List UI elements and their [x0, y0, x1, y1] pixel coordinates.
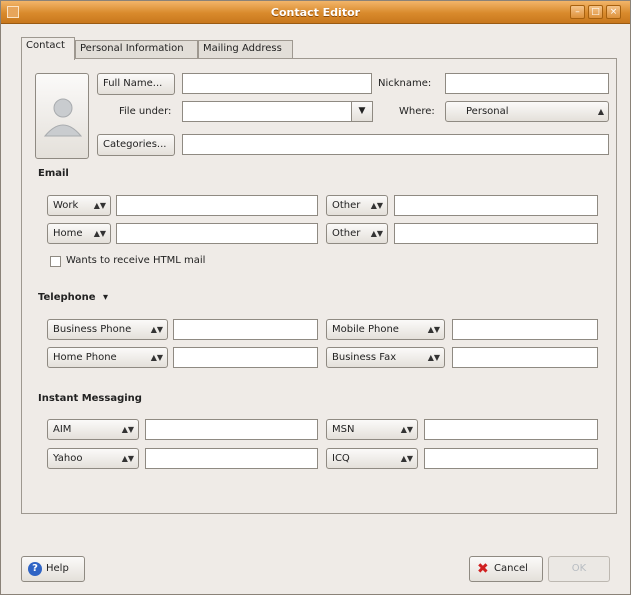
- triangle-down-icon: ▼: [358, 106, 366, 116]
- phone-type-value: Business Fax: [332, 352, 397, 363]
- phone-type-select-1[interactable]: Business Phone ▲▼: [47, 319, 168, 340]
- up-down-arrows-icon: ▲▼: [427, 353, 440, 362]
- ok-label: OK: [571, 563, 587, 574]
- instant-messaging-heading: Instant Messaging: [38, 393, 142, 404]
- telephone-heading-text: Telephone: [38, 292, 96, 303]
- file-under-field[interactable]: [182, 101, 352, 122]
- email-type-value: Other: [332, 228, 361, 239]
- where-value: Personal: [466, 106, 509, 117]
- email-type-select-1[interactable]: Work ▲▼: [47, 195, 111, 216]
- up-down-arrows-icon: ▲▼: [93, 201, 106, 210]
- email-type-select-3[interactable]: Home ▲▼: [47, 223, 111, 244]
- ok-button[interactable]: OK: [548, 556, 610, 582]
- help-button[interactable]: ? Help: [21, 556, 85, 582]
- help-label: Help: [46, 563, 69, 574]
- up-down-arrows-icon: ▲▼: [400, 425, 413, 434]
- help-icon: ?: [28, 562, 42, 576]
- up-down-arrows-icon: ▲▼: [427, 325, 440, 334]
- cancel-button[interactable]: ✖ Cancel: [469, 556, 543, 582]
- email-field-4[interactable]: [394, 223, 598, 244]
- cancel-icon: ✖: [477, 561, 489, 577]
- up-down-arrows-icon: ▲: [597, 107, 604, 116]
- email-type-select-2[interactable]: Other ▲▼: [326, 195, 388, 216]
- email-field-3[interactable]: [116, 223, 318, 244]
- where-select[interactable]: Personal ▲: [445, 101, 609, 122]
- html-mail-checkbox[interactable]: [50, 256, 61, 267]
- phone-type-select-3[interactable]: Home Phone ▲▼: [47, 347, 168, 368]
- up-down-arrows-icon: ▲▼: [121, 454, 134, 463]
- im-field-2[interactable]: [424, 419, 598, 440]
- contact-tab-panel: [21, 58, 617, 514]
- up-down-arrows-icon: ▲▼: [93, 229, 106, 238]
- im-type-value: AIM: [53, 424, 72, 435]
- maximize-icon[interactable]: □: [588, 5, 603, 19]
- window-title: Contact Editor: [270, 6, 361, 19]
- im-field-4[interactable]: [424, 448, 598, 469]
- phone-type-value: Mobile Phone: [332, 324, 399, 335]
- html-mail-label[interactable]: Wants to receive HTML mail: [66, 255, 205, 266]
- email-type-select-4[interactable]: Other ▲▼: [326, 223, 388, 244]
- im-type-value: ICQ: [332, 453, 350, 464]
- phone-type-select-4[interactable]: Business Fax ▲▼: [326, 347, 445, 368]
- email-type-value: Other: [332, 200, 361, 211]
- up-down-arrows-icon: ▲▼: [150, 353, 163, 362]
- nickname-field[interactable]: [445, 73, 609, 94]
- im-field-3[interactable]: [145, 448, 318, 469]
- full-name-field[interactable]: [182, 73, 372, 94]
- phone-field-4[interactable]: [452, 347, 598, 368]
- phone-type-value: Home Phone: [53, 352, 117, 363]
- telephone-heading: Telephone ▾: [38, 292, 108, 303]
- email-field-2[interactable]: [394, 195, 598, 216]
- email-type-value: Work: [53, 200, 79, 211]
- tab-mailing-address[interactable]: Mailing Address: [198, 40, 293, 59]
- up-down-arrows-icon: ▲▼: [400, 454, 413, 463]
- up-down-arrows-icon: ▲▼: [121, 425, 134, 434]
- contact-editor-window: Contact Editor – □ × Contact Personal In…: [0, 0, 631, 595]
- up-down-arrows-icon: ▲▼: [370, 229, 383, 238]
- categories-button[interactable]: Categories...: [97, 134, 175, 156]
- phone-type-value: Business Phone: [53, 324, 132, 335]
- im-type-select-3[interactable]: Yahoo ▲▼: [47, 448, 139, 469]
- close-icon[interactable]: ×: [606, 5, 621, 19]
- im-field-1[interactable]: [145, 419, 318, 440]
- email-field-1[interactable]: [116, 195, 318, 216]
- phone-type-select-2[interactable]: Mobile Phone ▲▼: [326, 319, 445, 340]
- expander-icon[interactable]: ▾: [103, 292, 108, 303]
- categories-field[interactable]: [182, 134, 609, 155]
- file-under-dropdown-button[interactable]: ▼: [351, 101, 373, 122]
- email-heading: Email: [38, 168, 69, 179]
- phone-field-2[interactable]: [452, 319, 598, 340]
- contact-photo-button[interactable]: [35, 73, 89, 159]
- cancel-label: Cancel: [494, 563, 528, 574]
- tab-contact[interactable]: Contact: [21, 37, 75, 60]
- im-type-value: Yahoo: [53, 453, 83, 464]
- im-type-select-1[interactable]: AIM ▲▼: [47, 419, 139, 440]
- nickname-label: Nickname:: [378, 78, 432, 89]
- full-name-button[interactable]: Full Name...: [97, 73, 175, 95]
- title-bar[interactable]: Contact Editor – □ ×: [1, 1, 630, 24]
- im-type-select-2[interactable]: MSN ▲▼: [326, 419, 418, 440]
- tab-personal-information[interactable]: Personal Information: [75, 40, 198, 59]
- person-silhouette-icon: [43, 98, 83, 137]
- im-type-select-4[interactable]: ICQ ▲▼: [326, 448, 418, 469]
- file-under-label: File under:: [119, 106, 172, 117]
- phone-field-3[interactable]: [173, 347, 318, 368]
- minimize-icon[interactable]: –: [570, 5, 585, 19]
- up-down-arrows-icon: ▲▼: [370, 201, 383, 210]
- up-down-arrows-icon: ▲▼: [150, 325, 163, 334]
- email-type-value: Home: [53, 228, 83, 239]
- phone-field-1[interactable]: [173, 319, 318, 340]
- im-type-value: MSN: [332, 424, 355, 435]
- where-label: Where:: [399, 106, 435, 117]
